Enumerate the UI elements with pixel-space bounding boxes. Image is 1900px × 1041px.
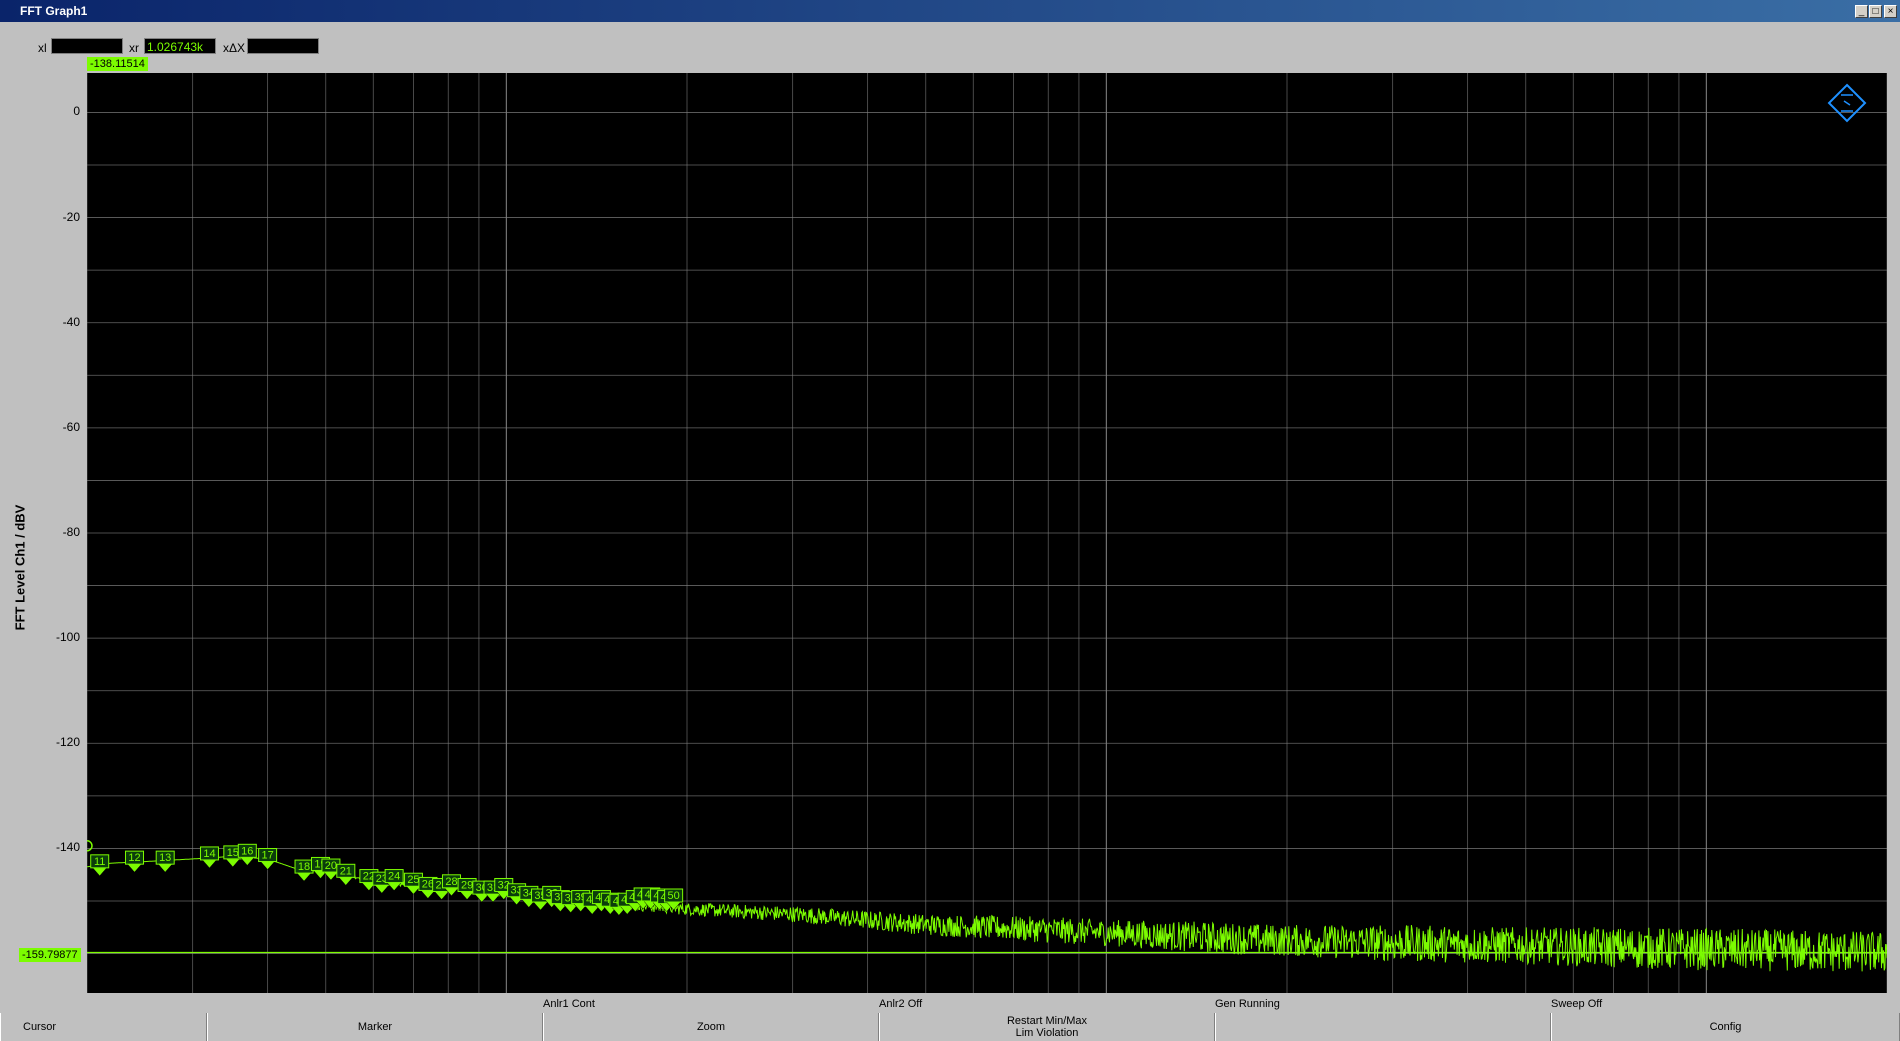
y-tick-label: -100 [55,630,80,645]
softkey-bar: Cursor Marker Zoom Restart Min/Max Lim Vi… [0,1013,1900,1041]
y-tick-label: -120 [55,735,80,750]
upper-cursor-value: -138.11514 [87,57,148,71]
marker-label: 17 [261,850,273,862]
y-tick-label: -40 [62,314,80,329]
marker-label: 24 [388,871,400,883]
marker-label: 15 [227,847,239,859]
maximize-button[interactable]: □ [1869,5,1882,18]
marker-label: 14 [203,848,215,860]
title-bar: FFT Graph1 _ □ × [0,0,1900,22]
marker-label: 25 [407,874,419,886]
status-sweep: Sweep Off [1551,998,1603,1010]
y-tick-label: -60 [62,419,80,434]
marker-label: 20 [325,860,337,872]
y-tick-label: -140 [55,840,80,855]
marker-label: 28 [445,876,457,888]
marker-label: 50 [668,890,680,902]
marker-label: 29 [461,879,473,891]
minimize-button[interactable]: _ [1855,5,1868,18]
xdx-readout [247,38,319,54]
y-tick-label: -80 [62,525,80,539]
marker-button[interactable]: Marker [207,1013,543,1041]
status-anlr2: Anlr2 Off [879,998,923,1010]
lower-cursor-value: -159.79877 [19,948,81,962]
empty-softkey[interactable] [1215,1013,1551,1041]
xdx-label: xΔX [223,41,246,55]
marker-label: 11 [94,856,105,868]
marker-label: 12 [128,852,140,864]
marker-label: 16 [241,845,253,857]
marker-label: 18 [298,861,310,873]
xl-readout [51,38,123,54]
status-anlr1: Anlr1 Cont [543,998,595,1010]
xr-readout: 1.026743k [144,38,216,54]
cursor-button[interactable]: Cursor [0,1013,207,1041]
y-axis-label: FFT Level Ch1 / dBV [12,504,28,631]
close-button[interactable]: × [1884,5,1897,18]
fft-plot[interactable]: 11 12 13 14 15 16 1718 1920 21 22 23 24 25 26 2728 29 30… [87,73,1887,993]
xl-label: xl [38,41,47,55]
xr-label: xr [129,41,139,55]
status-row: Anlr1 Cont Anlr2 Off Gen Running Sweep O… [0,996,1900,1013]
config-button[interactable]: Config [1551,1013,1900,1041]
window-title: FFT Graph1 [20,4,88,18]
zoom-button[interactable]: Zoom [543,1013,879,1041]
restart-minmax-button[interactable]: Restart Min/Max Lim Violation [879,1013,1215,1041]
status-gen: Gen Running [1215,998,1280,1010]
marker-label: 21 [340,865,352,877]
y-tick-label: -20 [62,209,80,224]
y-tick-label: 0 [73,104,80,119]
marker-label: 13 [159,852,171,864]
